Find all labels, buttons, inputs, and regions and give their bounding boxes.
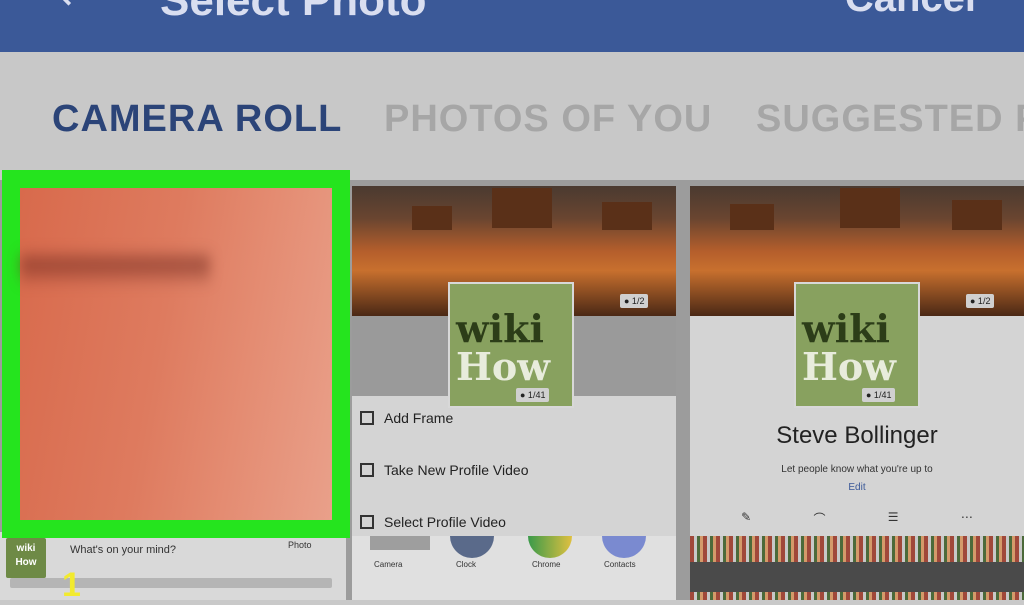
top-app-bar: ← Select Photo Cancel — [0, 0, 1024, 52]
photo-thumbnail-app-drawer[interactable]: Camera Clock Chrome Contacts — [352, 536, 676, 600]
camera-icon: ⌒ — [813, 512, 826, 526]
wikihow-profile-picture: wiki How ● 1/41 — [794, 282, 920, 408]
tab-camera-roll[interactable]: CAMERA ROLL — [52, 98, 342, 141]
photo-shadow — [20, 248, 210, 288]
profile-name: Steve Bollinger — [776, 422, 938, 449]
cover-photo-badge: ● 1/2 — [620, 294, 649, 308]
photo-thumbnail-stadium[interactable] — [690, 536, 1024, 600]
stadium-railing — [690, 562, 1024, 592]
avatar: wiki How — [6, 538, 46, 578]
video-icon — [360, 463, 374, 477]
tab-photos-of-you[interactable]: PHOTOS OF YOU — [384, 98, 712, 141]
selected-photo-thumbnail[interactable] — [2, 170, 350, 538]
camera-app-icon — [370, 536, 430, 550]
photo-thumbnail-feed[interactable]: wiki How What's on your mind? Photo — [0, 532, 346, 600]
status-prompt: What's on your mind? — [70, 544, 177, 556]
clock-app-icon — [450, 536, 494, 558]
tab-suggested-photos[interactable]: SUGGESTED PI — [756, 98, 1024, 141]
wikihow-profile-picture: wiki How ● 1/41 — [448, 282, 574, 408]
back-arrow-icon[interactable]: ← — [58, 0, 95, 21]
cancel-button[interactable]: Cancel — [845, 0, 976, 21]
photo-thumbnail-profile-1[interactable]: ● 1/2 wiki How ● 1/41 Add Frame Take New… — [352, 186, 676, 536]
page-title: Select Photo — [160, 0, 427, 25]
stadium-crowd — [690, 536, 1024, 600]
profile-bio-prompt: Let people know what you're up to — [781, 464, 933, 475]
cover-photo-badge: ● 1/2 — [966, 294, 995, 308]
photo-source-tabs: CAMERA ROLL PHOTOS OF YOU SUGGESTED PI — [0, 52, 1024, 180]
menu-item-add-frame: Add Frame — [360, 410, 453, 426]
edit-bio-link: Edit — [848, 482, 866, 493]
video-select-icon — [360, 515, 374, 529]
more-icon: ⋯ — [960, 510, 973, 524]
activity-icon: ☰ — [887, 510, 899, 524]
profile-action-icons: ✎ ⌒ ☰ ⋯ — [710, 510, 1004, 527]
menu-item-take-profile-video: Take New Profile Video — [360, 462, 528, 478]
chrome-app-icon — [528, 536, 572, 558]
profile-photo-badge: ● 1/41 — [862, 388, 896, 402]
frame-icon — [360, 411, 374, 425]
menu-item-select-profile-video: Select Profile Video — [360, 514, 506, 530]
step-number: 1 — [62, 566, 81, 604]
profile-photo-badge: ● 1/41 — [516, 388, 550, 402]
photo-label: Photo — [288, 540, 312, 550]
photo-thumbnail-profile-2[interactable]: ● 1/2 wiki How ● 1/41 Steve Bollinger Le… — [690, 186, 1024, 536]
contacts-app-icon — [602, 536, 646, 558]
edit-icon: ✎ — [741, 510, 752, 524]
divider-bar — [10, 578, 332, 588]
